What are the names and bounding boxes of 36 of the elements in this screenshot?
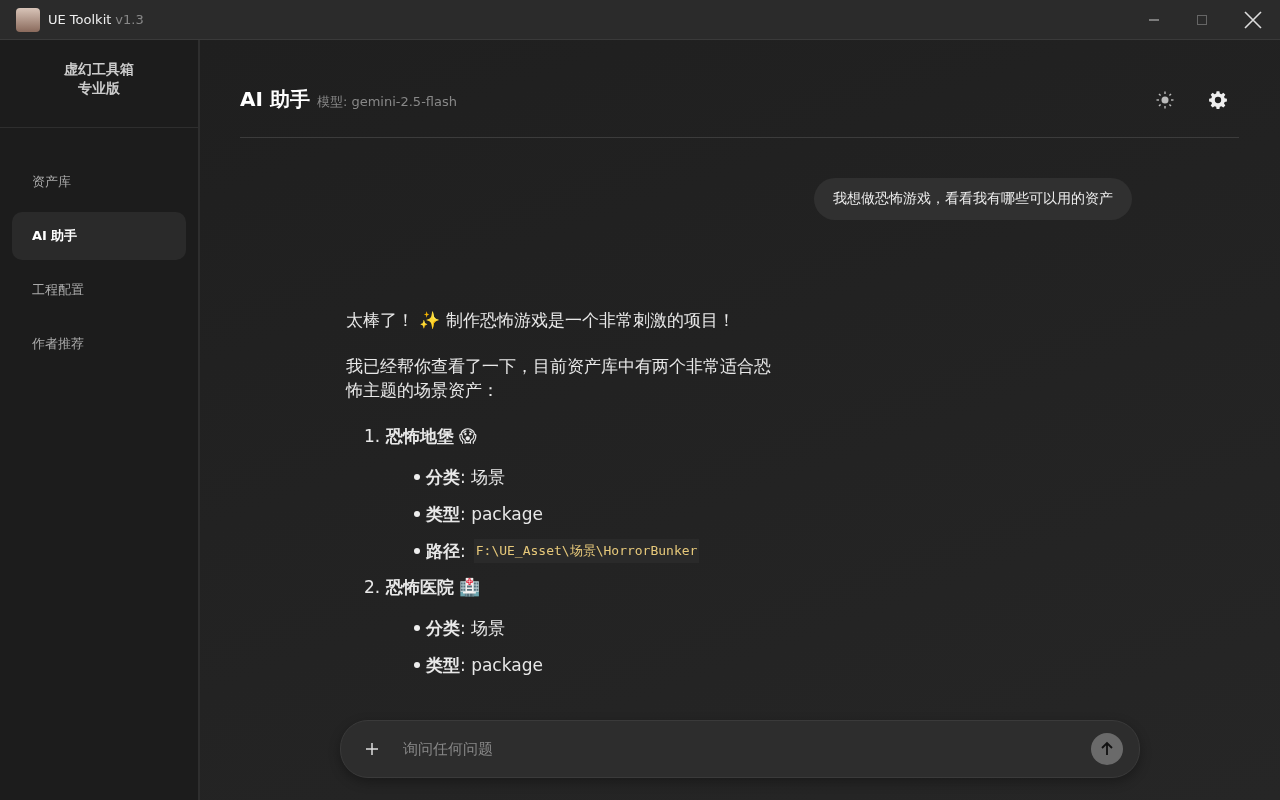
page-title: AI 助手: [240, 86, 310, 113]
bullet-icon: [414, 662, 420, 668]
sidebar-item[interactable]: 作者推荐: [12, 320, 186, 368]
bullet-icon: [414, 511, 420, 517]
sidebar-item[interactable]: 工程配置: [12, 266, 186, 314]
sun-icon[interactable]: [1156, 90, 1174, 109]
brand-title: 专业版: [78, 78, 120, 98]
sidebar-item[interactable]: AI 助手: [12, 212, 186, 260]
maximize-icon[interactable]: [1196, 13, 1208, 26]
version-label: v1.3: [115, 12, 144, 27]
bullet-icon: [414, 625, 420, 631]
asset-field: 类型: package: [426, 502, 543, 526]
path-code: F:\UE_Asset\场景\HorrorBunker: [473, 539, 700, 563]
user-message: 我想做恐怖游戏，看看我有哪些可以用的资产: [814, 178, 1132, 220]
asset-field: 类型: package: [426, 653, 543, 677]
window-title: UE Toolkit: [48, 12, 112, 27]
settings-icon[interactable]: [1208, 89, 1228, 110]
chat-input-bar[interactable]: 询问任何问题: [340, 720, 1140, 778]
assistant-paragraph: 太棒了！ ✨ 制作恐怖游戏是一个非常刺激的项目！: [346, 309, 736, 332]
message-input[interactable]: 询问任何问题: [401, 739, 1069, 759]
asset-field: 分类: 场景: [426, 465, 506, 489]
field-label: 路径:: [426, 539, 466, 563]
bullet-icon: [414, 474, 420, 480]
asset-field: 分类: 场景: [426, 616, 506, 640]
brand-title: 虚幻工具箱: [64, 59, 134, 79]
model-label: 模型: gemini-2.5-flash: [316, 93, 457, 111]
assistant-paragraph: 我已经帮你查看了一下，目前资产库中有两个非常适合恐怖主题的场景资产：: [346, 355, 772, 402]
sidebar-item[interactable]: 资产库: [12, 158, 186, 206]
app-avatar-icon: [16, 7, 40, 32]
send-button[interactable]: [1091, 733, 1123, 765]
asset-heading: 2. 恐怖医院 🏥: [364, 576, 482, 599]
asset-heading: 1. 恐怖地堡 😱: [364, 425, 478, 448]
plus-icon[interactable]: [365, 742, 379, 756]
close-icon[interactable]: [1244, 10, 1262, 29]
arrow-up-icon: [1099, 741, 1115, 757]
bullet-icon: [414, 548, 420, 554]
